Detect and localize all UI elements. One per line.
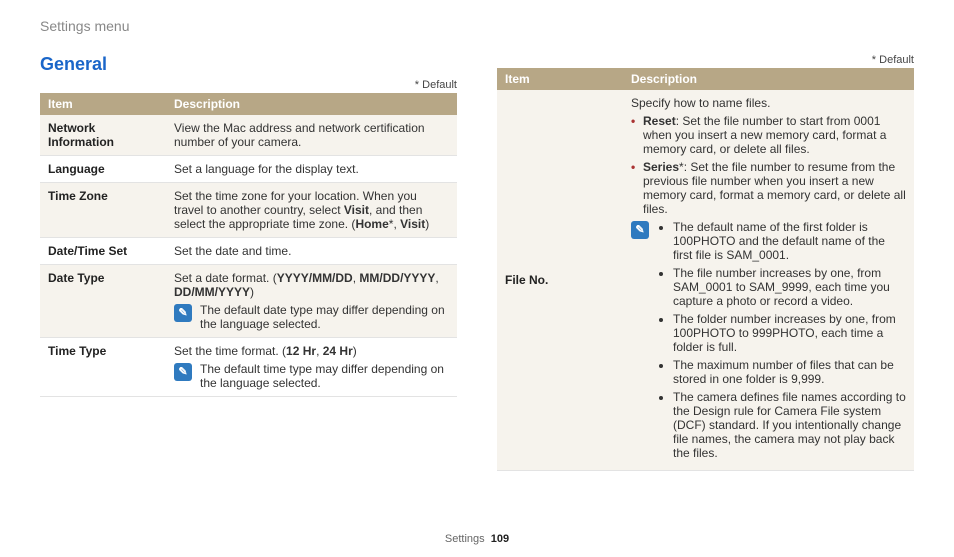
fileno-notes: ✎ The default name of the first folder i… [631, 220, 906, 464]
table-row: Language Set a language for the display … [40, 156, 457, 183]
item-timetype: Time Type [40, 338, 166, 397]
table-row: Time Zone Set the time zone for your loc… [40, 183, 457, 238]
desc-fileno: Specify how to name files. Reset: Set th… [623, 90, 914, 471]
note-text: The default time type may differ dependi… [200, 362, 449, 390]
page-footer: Settings 109 [0, 533, 954, 545]
fileno-note: The maximum number of files that can be … [673, 358, 906, 386]
item-fileno: File No. [497, 90, 623, 471]
right-column: * Default Item Description File No. Spec… [497, 54, 914, 471]
col-header-item: Item [40, 93, 166, 115]
footer-label: Settings [445, 533, 485, 545]
fileno-note: The camera defines file names according … [673, 390, 906, 460]
col-header-description: Description [623, 68, 914, 90]
desc-timetype: Set the time format. (12 Hr, 24 Hr) ✎ Th… [166, 338, 457, 397]
desc-datetime: Set the date and time. [166, 238, 457, 265]
item-datetype: Date Type [40, 265, 166, 338]
section-title: General [40, 54, 457, 75]
desc-network: View the Mac address and network certifi… [166, 115, 457, 156]
breadcrumb: Settings menu [40, 18, 914, 34]
item-datetime: Date/Time Set [40, 238, 166, 265]
fileno-note: The default name of the first folder is … [673, 220, 906, 262]
note-text: The default date type may differ dependi… [200, 303, 449, 331]
desc-datetype: Set a date format. (YYYY/MM/DD, MM/DD/YY… [166, 265, 457, 338]
note-timetype: ✎ The default time type may differ depen… [174, 362, 449, 390]
fileno-note: The folder number increases by one, from… [673, 312, 906, 354]
footer-page: 109 [491, 533, 509, 545]
table-row: Network Information View the Mac address… [40, 115, 457, 156]
table-row: Date/Time Set Set the date and time. [40, 238, 457, 265]
settings-table-left: Item Description Network Information Vie… [40, 93, 457, 397]
desc-timezone: Set the time zone for your location. Whe… [166, 183, 457, 238]
table-row: Time Type Set the time format. (12 Hr, 2… [40, 338, 457, 397]
fileno-reset: Reset: Set the file number to start from… [631, 114, 906, 156]
item-network: Network Information [40, 115, 166, 156]
fileno-intro: Specify how to name files. [631, 96, 906, 110]
settings-table-right: Item Description File No. Specify how to… [497, 68, 914, 471]
note-icon: ✎ [174, 304, 192, 322]
fileno-note-list: The default name of the first folder is … [657, 220, 906, 464]
item-language: Language [40, 156, 166, 183]
note-datetype: ✎ The default date type may differ depen… [174, 303, 449, 331]
content-columns: General * Default Item Description Netwo… [40, 54, 914, 471]
note-icon: ✎ [631, 221, 649, 239]
default-note-left: * Default [40, 79, 457, 91]
fileno-note: The file number increases by one, from S… [673, 266, 906, 308]
col-header-item: Item [497, 68, 623, 90]
table-row: Date Type Set a date format. (YYYY/MM/DD… [40, 265, 457, 338]
desc-language: Set a language for the display text. [166, 156, 457, 183]
fileno-options: Reset: Set the file number to start from… [631, 114, 906, 216]
left-column: General * Default Item Description Netwo… [40, 54, 457, 471]
fileno-series: Series*: Set the file number to resume f… [631, 160, 906, 216]
default-note-right: * Default [497, 54, 914, 66]
table-row: File No. Specify how to name files. Rese… [497, 90, 914, 471]
item-timezone: Time Zone [40, 183, 166, 238]
note-icon: ✎ [174, 363, 192, 381]
col-header-description: Description [166, 93, 457, 115]
